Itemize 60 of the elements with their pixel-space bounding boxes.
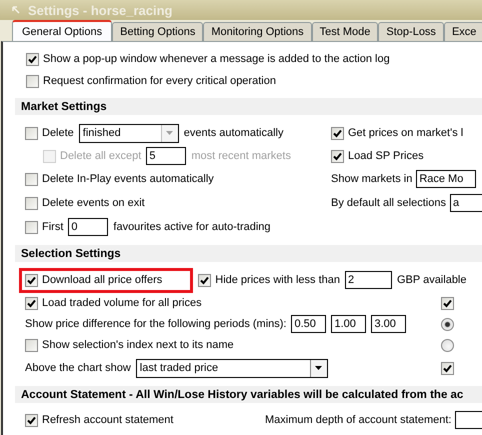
tab[interactable]: Test Mode [312,22,378,41]
checkbox[interactable] [331,126,344,140]
checkbox-label: Delete [42,127,74,139]
checkbox-label: Hide prices with less than [215,274,340,286]
checkbox[interactable] [25,414,38,426]
label: Show markets in [331,173,412,185]
input-field[interactable]: a [450,194,482,212]
window-title: Settings - horse_racing [28,2,172,18]
label: GBP available [396,274,466,286]
arrow-icon [12,6,20,14]
checkbox[interactable] [441,362,454,374]
label: Above the chart show [25,362,131,374]
checkbox-label: Delete events on exit [42,197,145,209]
input-field[interactable]: 3.00 [371,315,406,333]
checkbox[interactable] [25,220,38,234]
checkbox-label: Delete In-Play events automatically [42,173,214,185]
checkbox[interactable] [25,274,38,286]
label: Show price difference for the following periods (mins): [25,318,286,330]
caret-icon [166,131,174,135]
label: events automatically [184,127,284,139]
section-header: Market Settings [21,100,107,112]
tab[interactable]: Exce [444,22,482,41]
checkbox-label: Load SP Prices [348,150,424,162]
checkbox-label: Get prices on market's l [348,127,464,139]
checkbox[interactable] [198,274,212,286]
checkbox-label: Refresh account statement [42,414,174,426]
checkbox[interactable] [25,338,38,352]
tab[interactable]: General Options [12,20,112,41]
tab[interactable]: Stop-Loss [378,22,444,41]
checkbox[interactable] [25,196,38,210]
checkbox[interactable] [25,296,38,310]
checkbox[interactable] [26,52,39,66]
checkbox-label: Load traded volume for all prices [42,297,202,309]
input-field[interactable]: 1.00 [331,315,366,333]
label: Maximum depth of account statement: [265,414,452,426]
label: By default all selections [331,197,446,209]
checkbox[interactable] [25,126,38,140]
input-field[interactable]: 0.50 [291,315,326,333]
checkbox[interactable] [25,172,38,186]
radio-button[interactable] [441,318,454,330]
tab[interactable]: Monitoring Options [203,22,312,41]
input-field[interactable]: Race Mo [416,170,476,188]
checkbox-label: Download all price offers [42,274,162,286]
label: most recent markets [191,150,291,162]
input-field[interactable]: 0 [68,218,108,236]
checkbox[interactable] [441,296,454,310]
dropdown[interactable]: last traded price [136,358,328,378]
checkbox-label: Delete all except [60,150,142,162]
tab[interactable]: Betting Options [112,22,204,41]
checkbox-label: First [42,221,64,233]
radio-button[interactable] [441,338,454,352]
checkbox-label: Request confirmation for every critical operation [43,75,276,87]
section-header: Selection Settings [21,248,121,260]
section-header: Account Statement - All Win/Lose History variables will be calculated from the ac [21,388,464,400]
checkbox-label: Show a pop-up window whenever a message is added to the action log [43,53,390,65]
checkbox-label: Show selection's index next to its name [42,339,234,351]
input-field[interactable]: 2 [344,271,392,289]
caret-icon [315,366,322,370]
checkbox[interactable] [26,74,39,88]
label: favourites active for auto-trading [113,221,271,233]
